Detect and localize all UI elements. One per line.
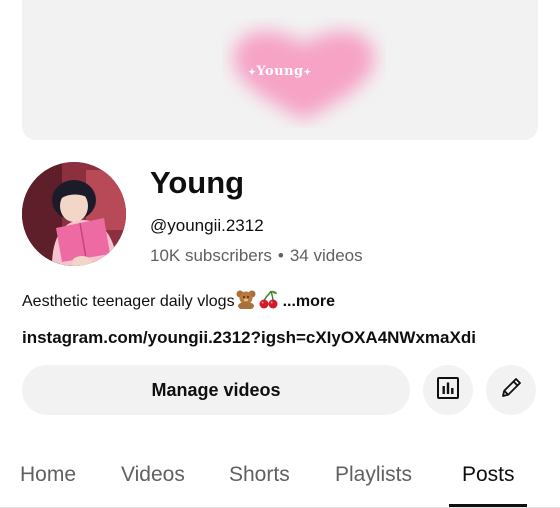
cherries-icon [257,289,279,315]
channel-external-link[interactable]: instagram.com/youngii.2312?igsh=cXIyOXA4… [22,328,476,348]
tab-videos[interactable]: Videos [121,462,185,488]
avatar-illustration [22,162,126,266]
channel-stats: 10K subscribers • 34 videos [150,246,363,266]
subscriber-count: 10K subscribers [150,246,272,265]
manage-videos-button[interactable]: Manage videos [22,365,410,415]
channel-tabs: Home Videos Shorts Playlists Posts [0,446,560,508]
analytics-button[interactable] [423,365,473,415]
edit-channel-button[interactable] [486,365,536,415]
tab-playlists[interactable]: Playlists [335,462,412,488]
pencil-icon [498,375,524,406]
tab-home[interactable]: Home [20,462,76,488]
channel-banner: ✦Young✦ [22,0,538,140]
channel-avatar[interactable] [22,162,126,266]
stats-separator: • [277,246,284,265]
video-count: 34 videos [289,246,363,265]
description-text: Aesthetic teenager daily vlogs [22,293,235,310]
tab-posts[interactable]: Posts [462,462,515,488]
channel-description[interactable]: Aesthetic teenager daily vlogs ...more [22,289,335,315]
banner-text: ✦Young✦ [248,64,312,79]
teddy-bear-icon [235,289,257,315]
description-more-link[interactable]: ...more [283,293,335,310]
tab-shorts[interactable]: Shorts [229,462,290,488]
analytics-icon [435,375,461,406]
channel-title: Young [150,165,245,200]
channel-handle: @youngii.2312 [150,216,264,235]
